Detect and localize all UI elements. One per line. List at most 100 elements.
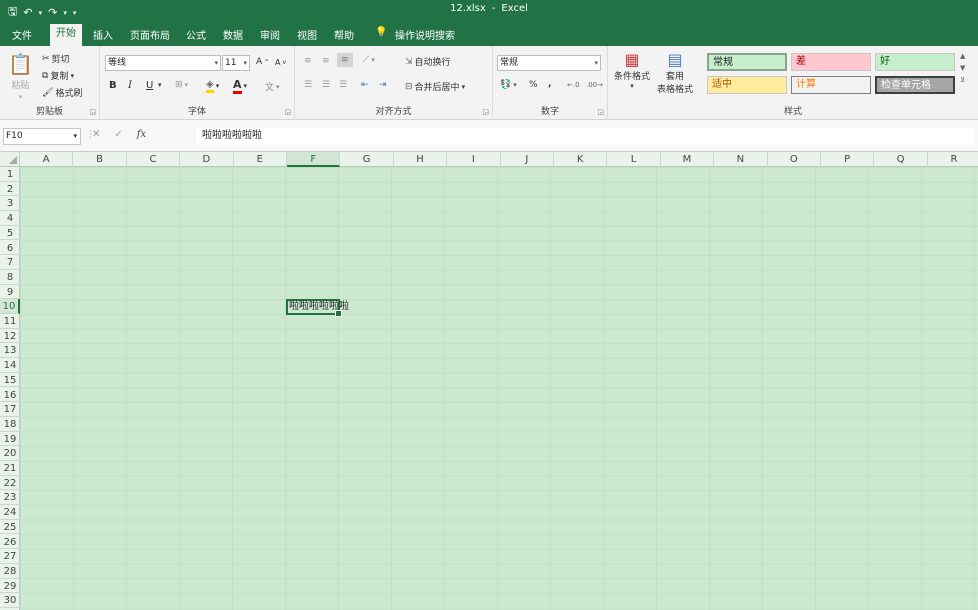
tab-file[interactable]: 文件 [9, 27, 35, 42]
tab-insert[interactable]: 插入 [90, 27, 116, 42]
cancel-icon[interactable]: ✕ [92, 129, 100, 140]
tell-me-search[interactable]: 操作说明搜索 [392, 27, 458, 42]
formula-input[interactable]: 啦啦啦啦啦啦 [196, 128, 975, 145]
row-header-22[interactable]: 22 [0, 476, 20, 491]
row-header-20[interactable]: 20 [0, 446, 20, 461]
clipboard-launcher-icon[interactable]: ◲ [89, 108, 96, 116]
column-header-l[interactable]: L [607, 152, 661, 167]
increase-decimal-icon[interactable]: ←.0 [567, 81, 580, 89]
column-header-p[interactable]: P [821, 152, 875, 167]
align-right-icon[interactable]: ☰ [339, 80, 347, 90]
merge-center-button[interactable]: ⊟ 合并后居中 ▾ [405, 80, 465, 94]
row-header-27[interactable]: 27 [0, 549, 20, 564]
tab-data[interactable]: 数据 [220, 27, 246, 42]
copy-button[interactable]: ⧉ 复制 ▾ [42, 69, 74, 83]
row-header-26[interactable]: 26 [0, 535, 20, 550]
row-header-30[interactable]: 30 [0, 593, 20, 608]
style-normal[interactable]: 常规 [707, 53, 787, 71]
row-header-16[interactable]: 16 [0, 388, 20, 403]
font-name-select[interactable]: 等线 ▾ [105, 55, 221, 71]
column-header-n[interactable]: N [714, 152, 768, 167]
name-box[interactable]: F10 ▾ [3, 128, 81, 145]
lightbulb-icon[interactable]: 💡 [372, 27, 390, 38]
row-header-5[interactable]: 5 [0, 226, 20, 241]
tab-review[interactable]: 审阅 [257, 27, 283, 42]
row-header-6[interactable]: 6 [0, 241, 20, 256]
row-header-18[interactable]: 18 [0, 417, 20, 432]
row-header-3[interactable]: 3 [0, 196, 20, 212]
column-header-h[interactable]: H [394, 152, 448, 167]
row-header-15[interactable]: 15 [0, 373, 20, 388]
column-header-k[interactable]: K [554, 152, 608, 167]
italic-button[interactable]: I [128, 80, 132, 91]
row-header-4[interactable]: 4 [0, 211, 20, 226]
styles-scroll[interactable]: ▲ ▼ ⊻ [960, 52, 965, 84]
grow-font-button[interactable]: A ^ [256, 57, 269, 67]
column-header-f[interactable]: F [287, 152, 341, 167]
row-header-25[interactable]: 25 [0, 520, 20, 535]
font-size-select[interactable]: 11 ▾ [222, 55, 250, 71]
increase-indent-icon[interactable]: ⇥ [379, 80, 387, 90]
underline-button[interactable]: U [146, 80, 153, 91]
phonetic-button[interactable]: 文 ▾ [265, 80, 280, 94]
style-good[interactable]: 好 [875, 53, 955, 71]
column-header-d[interactable]: D [180, 152, 234, 167]
align-middle-icon[interactable]: ≡ [322, 56, 330, 66]
row-header-28[interactable]: 28 [0, 564, 20, 579]
row-header-29[interactable]: 29 [0, 579, 20, 594]
column-header-j[interactable]: J [501, 152, 554, 167]
alignment-launcher-icon[interactable]: ◲ [482, 108, 489, 116]
column-header-i[interactable]: I [447, 152, 501, 167]
column-header-g[interactable]: G [340, 152, 394, 167]
underline-dropdown-icon[interactable]: ▾ [158, 81, 162, 89]
tab-help[interactable]: 帮助 [331, 27, 357, 42]
tab-home[interactable]: 开始 [50, 24, 82, 46]
style-bad[interactable]: 差 [791, 53, 871, 71]
align-top-icon[interactable]: ≡ [304, 56, 312, 66]
border-icon[interactable]: ⊞ ▾ [175, 80, 188, 90]
column-header-m[interactable]: M [661, 152, 715, 167]
style-neutral[interactable]: 适中 [707, 76, 787, 94]
row-header-2[interactable]: 2 [0, 182, 20, 197]
font-launcher-icon[interactable]: ◲ [284, 108, 291, 116]
tab-page-layout[interactable]: 页面布局 [127, 27, 173, 42]
style-check-cell[interactable]: 检查单元格 [875, 76, 955, 94]
currency-icon[interactable]: 💱 ▾ [500, 80, 517, 90]
cell-grid[interactable] [20, 167, 978, 610]
decrease-decimal-icon[interactable]: .00→ [586, 81, 603, 89]
fill-color-button[interactable]: ◈ ▾ [206, 79, 219, 93]
decrease-indent-icon[interactable]: ⇤ [361, 80, 369, 90]
number-launcher-icon[interactable]: ◲ [597, 108, 604, 116]
style-calculation[interactable]: 计算 [791, 76, 871, 94]
font-color-button[interactable]: A ▾ [233, 78, 247, 94]
row-header-23[interactable]: 23 [0, 490, 20, 506]
enter-icon[interactable]: ✓ [114, 129, 122, 140]
align-bottom-icon[interactable]: ≡ [337, 53, 353, 67]
align-center-icon[interactable]: ☰ [322, 80, 330, 90]
row-header-7[interactable]: 7 [0, 255, 20, 270]
row-header-21[interactable]: 21 [0, 461, 20, 476]
format-painter-button[interactable]: 🖌 格式刷 [42, 86, 82, 100]
column-header-c[interactable]: C [127, 152, 181, 167]
select-all-button[interactable] [0, 152, 20, 167]
row-header-17[interactable]: 17 [0, 402, 20, 417]
more-styles-icon[interactable]: ⊻ [960, 76, 965, 84]
row-header-19[interactable]: 19 [0, 432, 20, 447]
tab-formulas[interactable]: 公式 [183, 27, 209, 42]
row-header-14[interactable]: 14 [0, 358, 20, 373]
insert-function-icon[interactable]: fx [137, 129, 146, 140]
row-header-11[interactable]: 11 [0, 314, 20, 329]
tab-view[interactable]: 视图 [294, 27, 320, 42]
number-format-select[interactable]: 常规 ▾ [497, 55, 601, 71]
row-header-1[interactable]: 1 [0, 167, 20, 182]
row-header-24[interactable]: 24 [0, 505, 20, 520]
column-header-b[interactable]: B [73, 152, 127, 167]
column-header-q[interactable]: Q [874, 152, 928, 167]
percent-button[interactable]: % [529, 80, 538, 90]
column-header-r[interactable]: R [928, 152, 978, 167]
row-header-9[interactable]: 9 [0, 285, 20, 300]
row-header-8[interactable]: 8 [0, 270, 20, 285]
cut-button[interactable]: ✂ 剪切 [42, 52, 70, 66]
column-header-o[interactable]: O [768, 152, 821, 167]
comma-button[interactable]: , [548, 79, 551, 89]
